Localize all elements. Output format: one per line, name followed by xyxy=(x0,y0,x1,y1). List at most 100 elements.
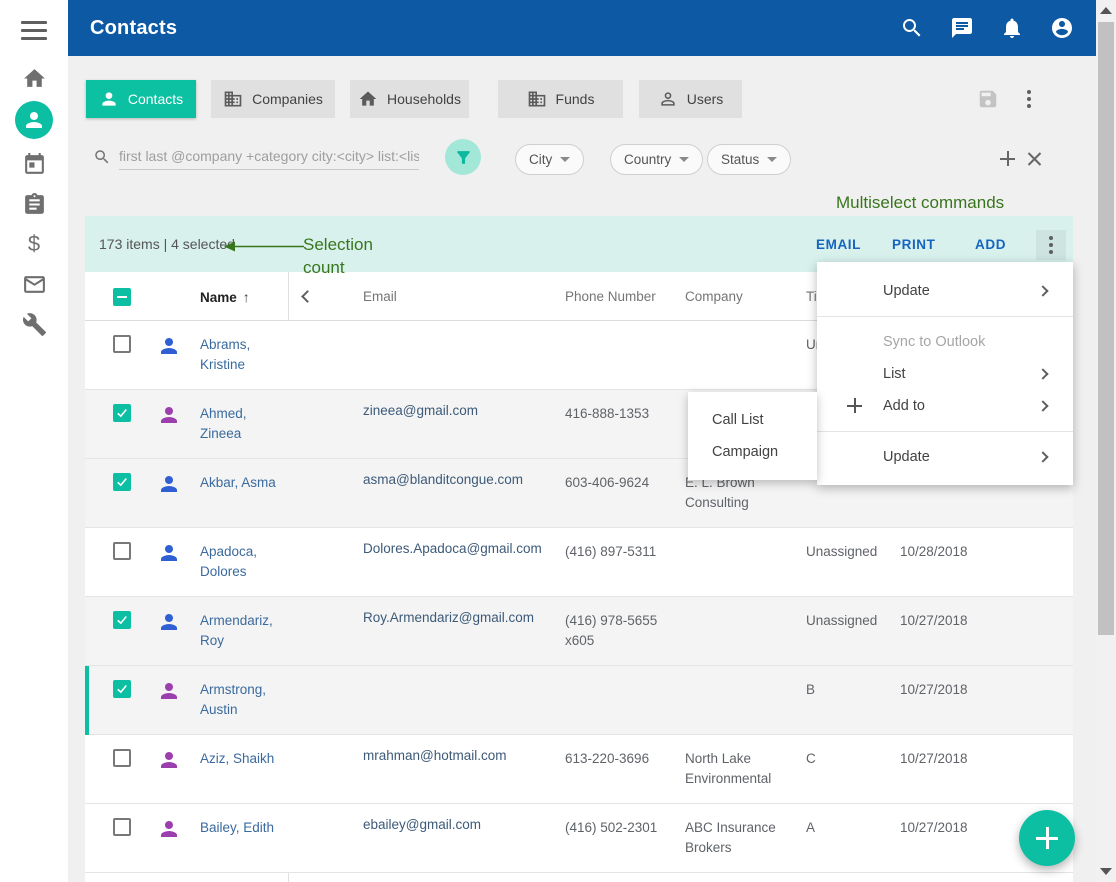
contact-email[interactable]: ebailey@gmail.com xyxy=(363,815,553,835)
vertical-scrollbar[interactable] xyxy=(1096,0,1116,882)
filter-button[interactable] xyxy=(445,139,481,175)
tab-households[interactable]: Households xyxy=(350,80,469,118)
tab-label: Households xyxy=(387,91,461,107)
hamburger-menu-button[interactable] xyxy=(0,12,68,48)
menu-item-update-bottom[interactable]: Update xyxy=(817,441,1073,473)
contact-avatar-icon xyxy=(157,403,181,427)
contact-name-link[interactable]: Akbar, Asma xyxy=(200,473,284,493)
contact-name-link[interactable]: Abrams, Kristine xyxy=(200,335,284,375)
save-view-button[interactable] xyxy=(977,88,999,113)
contact-email[interactable]: Dolores.Apadoca@gmail.com xyxy=(363,539,553,559)
sidebar-item-calendar[interactable] xyxy=(0,146,68,182)
contact-name-link[interactable]: Bailey, Edith xyxy=(200,818,284,838)
search-field-icon xyxy=(93,148,111,171)
notifications-button[interactable] xyxy=(1000,16,1024,40)
filter-chip-city[interactable]: City xyxy=(515,144,584,175)
appbar: Contacts xyxy=(68,0,1096,56)
contacts-active-circle xyxy=(15,101,53,139)
column-header-email[interactable]: Email xyxy=(363,289,397,304)
sidebar: $ xyxy=(0,0,68,882)
sidebar-item-tasks[interactable] xyxy=(0,186,68,222)
contact-name-link[interactable]: Armstrong, Austin xyxy=(200,680,284,720)
contact-email[interactable]: asma@blanditcongue.com xyxy=(363,470,553,490)
add-filter-button[interactable] xyxy=(1000,151,1015,169)
account-button[interactable] xyxy=(1050,16,1074,40)
table-row[interactable]: Aziz, Shaikh mrahman@hotmail.com 613-220… xyxy=(85,735,1073,804)
view-overflow-menu-button[interactable] xyxy=(1027,90,1031,108)
scroll-down-arrow[interactable] xyxy=(1100,868,1112,875)
contact-name-link[interactable]: Armendariz, Roy xyxy=(200,611,284,651)
wrench-icon xyxy=(22,312,47,337)
contact-date: 10/28/2018 xyxy=(900,542,990,562)
row-checkbox[interactable] xyxy=(113,542,131,560)
tab-contacts[interactable]: Contacts xyxy=(86,80,196,118)
submenu-item-call-list[interactable]: Call List xyxy=(688,404,817,436)
table-row[interactable]: Apadoca, Dolores Dolores.Apadoca@gmail.c… xyxy=(85,528,1073,597)
table-row[interactable]: Bailey, Edith ebailey@gmail.com (416) 50… xyxy=(85,804,1073,873)
chip-label: Country xyxy=(624,152,671,167)
column-header-phone[interactable]: Phone Number xyxy=(565,289,656,304)
selection-summary: 173 items | 4 selected xyxy=(99,236,235,252)
table-row[interactable]: Armstrong, Austin B 10/27/2018 xyxy=(85,666,1073,735)
sidebar-item-contacts[interactable] xyxy=(0,101,68,139)
add-to-submenu: Call List Campaign xyxy=(688,392,817,480)
column-header-name[interactable]: Name↑ xyxy=(200,289,250,305)
menu-divider xyxy=(817,431,1073,432)
contact-email[interactable]: Roy.Armendariz@gmail.com xyxy=(363,608,553,628)
filter-chip-status[interactable]: Status xyxy=(707,144,791,175)
chevron-right-icon xyxy=(1037,368,1048,379)
row-checkbox[interactable] xyxy=(113,611,131,629)
tab-funds[interactable]: Funds xyxy=(498,80,623,118)
partial-next-row xyxy=(85,873,1073,882)
sidebar-item-billing[interactable]: $ xyxy=(0,226,68,262)
contact-avatar-icon xyxy=(157,472,181,496)
contact-name-link[interactable]: Ahmed, Zineea xyxy=(200,404,284,444)
contact-tier: Unassigned xyxy=(806,611,888,631)
person-icon xyxy=(22,108,46,132)
chevron-down-icon xyxy=(560,157,570,162)
multiselect-overflow-button[interactable] xyxy=(1036,230,1066,260)
sidebar-item-mail[interactable] xyxy=(0,266,68,302)
scroll-up-arrow[interactable] xyxy=(1100,7,1112,14)
chevron-right-icon xyxy=(1037,400,1048,411)
contact-name-link[interactable]: Aziz, Shaikh xyxy=(200,749,284,769)
contact-search-input[interactable] xyxy=(119,142,419,170)
tab-users[interactable]: Users xyxy=(639,80,742,118)
global-search-button[interactable] xyxy=(900,16,924,40)
row-checkbox[interactable] xyxy=(113,404,131,422)
sidebar-item-home[interactable] xyxy=(0,60,68,96)
vertical-dots-icon xyxy=(1027,90,1031,108)
row-checkbox[interactable] xyxy=(113,680,131,698)
add-contact-fab[interactable] xyxy=(1019,810,1075,866)
table-row[interactable]: Armendariz, Roy Roy.Armendariz@gmail.com… xyxy=(85,597,1073,666)
menu-item-add-to[interactable]: Add to xyxy=(817,390,1073,422)
chip-label: City xyxy=(529,152,552,167)
contact-email[interactable]: mrahman@hotmail.com xyxy=(363,746,553,766)
menu-item-update-top[interactable]: Update xyxy=(817,275,1073,307)
chip-label: Status xyxy=(721,152,759,167)
tab-label: Users xyxy=(687,91,724,107)
building-icon xyxy=(527,89,547,109)
row-checkbox[interactable] xyxy=(113,818,131,836)
select-all-checkbox[interactable] xyxy=(113,288,131,306)
sidebar-item-tools[interactable] xyxy=(0,306,68,342)
app-root: $ Contacts Contacts xyxy=(0,0,1116,882)
submenu-item-campaign[interactable]: Campaign xyxy=(688,436,817,468)
tab-label: Contacts xyxy=(128,91,183,107)
contact-email[interactable]: zineea@gmail.com xyxy=(363,401,553,421)
collapse-columns-icon[interactable] xyxy=(301,290,314,303)
row-checkbox[interactable] xyxy=(113,335,131,353)
row-checkbox[interactable] xyxy=(113,473,131,491)
filter-chip-country[interactable]: Country xyxy=(610,144,703,175)
menu-item-list[interactable]: List xyxy=(817,358,1073,390)
column-header-company[interactable]: Company xyxy=(685,289,743,304)
chevron-down-icon xyxy=(767,157,777,162)
contact-name-link[interactable]: Apadoca, Dolores xyxy=(200,542,284,582)
contact-phone: 416-888-1353 xyxy=(565,404,671,424)
clear-filters-button[interactable] xyxy=(1027,151,1042,169)
indeterminate-icon xyxy=(117,296,127,298)
tab-companies[interactable]: Companies xyxy=(211,80,335,118)
messages-button[interactable] xyxy=(950,16,974,40)
scrollbar-thumb[interactable] xyxy=(1098,22,1114,635)
row-checkbox[interactable] xyxy=(113,749,131,767)
